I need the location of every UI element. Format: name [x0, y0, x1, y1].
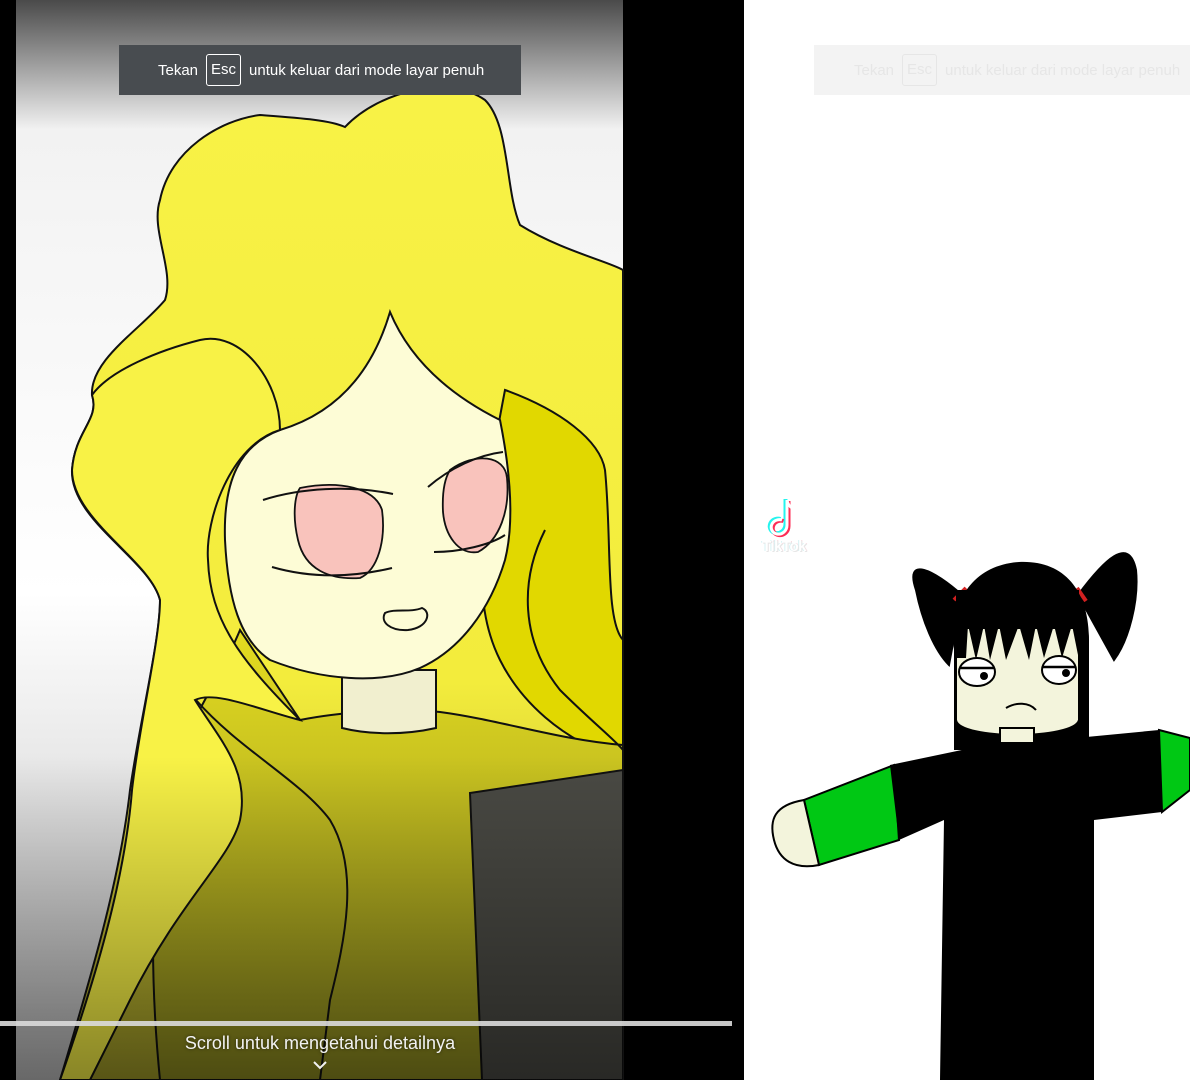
- esc-key-hint: Esc: [206, 54, 242, 86]
- tiktok-watermark: TikTok: [752, 498, 816, 560]
- right-video-panel[interactable]: Tekan Esc untuk keluar dari mode layar p…: [744, 0, 1190, 1080]
- toast-prefix: Tekan: [854, 61, 895, 79]
- fullscreen-exit-toast: Tekan Esc untuk keluar dari mode layar p…: [119, 45, 521, 95]
- video-frame-left: [16, 0, 624, 1080]
- fullscreen-exit-toast-faded: Tekan Esc untuk keluar dari mode layar p…: [814, 45, 1190, 95]
- tiktok-logo-icon: [767, 499, 798, 538]
- chevron-down-icon[interactable]: [311, 1058, 329, 1072]
- toast-prefix: Tekan: [158, 61, 199, 79]
- video-progress-bar[interactable]: [0, 1021, 732, 1026]
- toast-suffix: untuk keluar dari mode layar penuh: [945, 61, 1181, 79]
- toast-suffix: untuk keluar dari mode layar penuh: [249, 61, 485, 79]
- scroll-hint-text: Scroll untuk mengetahui detailnya: [184, 1033, 456, 1053]
- left-video-panel[interactable]: Tekan Esc untuk keluar dari mode layar p…: [0, 0, 744, 1080]
- esc-key-hint: Esc: [902, 54, 938, 86]
- tiktok-wordmark: TikTok: [762, 538, 806, 555]
